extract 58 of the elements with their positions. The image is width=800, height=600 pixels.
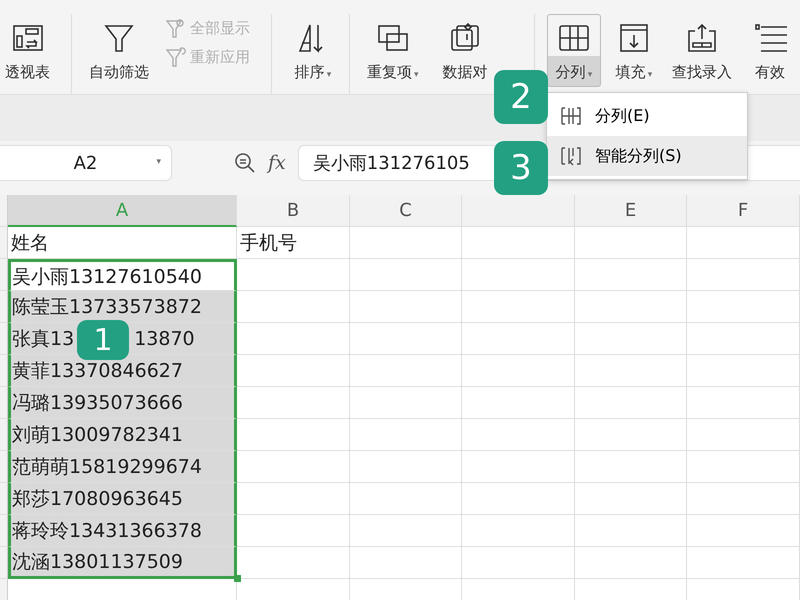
table-cell: 郑莎17080963645 xyxy=(8,483,237,515)
ribbon-button[interactable]: 填充▾ xyxy=(607,14,661,86)
column-header[interactable] xyxy=(462,195,575,227)
table-cell: 吴小雨13127610540 xyxy=(8,259,237,291)
row-header[interactable] xyxy=(0,291,8,323)
column-header[interactable]: E xyxy=(575,195,687,227)
smart-split-icon xyxy=(559,145,583,167)
menu-item[interactable]: 分列(E) xyxy=(547,96,747,136)
ribbon-button[interactable]: 有效 xyxy=(743,14,797,86)
step-number-badge: 2 xyxy=(494,70,548,124)
column-header[interactable]: C xyxy=(350,195,462,227)
name-box[interactable]: A2 ▾ xyxy=(0,145,172,181)
row-header[interactable] xyxy=(0,547,8,579)
ribbon-button[interactable]: 透视表 xyxy=(0,14,55,86)
ribbon-button[interactable]: 查找录入 xyxy=(667,14,737,86)
refresh-filter-icon xyxy=(164,46,186,68)
upload-tray-icon xyxy=(685,21,719,55)
ribbon-button[interactable]: 排序▾ xyxy=(286,14,340,86)
row-header[interactable] xyxy=(0,227,8,259)
cell-text: 张真13 xyxy=(12,327,74,352)
ribbon-button[interactable]: 自动筛选 xyxy=(84,14,154,86)
table-cell: 蒋玲玲13431366378 xyxy=(8,515,237,547)
row-header[interactable] xyxy=(0,387,8,419)
column-header[interactable]: F xyxy=(687,195,800,227)
zoom-icon[interactable] xyxy=(234,152,256,174)
table-cell: 手机号 xyxy=(237,227,350,259)
table-cell: 黄菲13370846627 xyxy=(8,355,237,387)
table-cell: 陈莹玉13733573872 xyxy=(8,291,237,323)
caret-icon: ▾ xyxy=(156,156,161,170)
ribbon-button[interactable]: 数据对 xyxy=(438,14,493,86)
step-number-badge: 3 xyxy=(494,141,548,195)
fill-down-icon xyxy=(617,21,651,55)
row-header[interactable] xyxy=(0,355,8,387)
row-header[interactable] xyxy=(0,483,8,515)
row-header[interactable] xyxy=(0,451,8,483)
table-cell: 范萌萌15819299674 xyxy=(8,451,237,483)
caret-icon: ▾ xyxy=(648,70,652,80)
menu-item[interactable]: 智能分列(S) xyxy=(547,136,747,176)
function-label[interactable]: fx xyxy=(268,148,286,178)
table-cell: 冯璐13935073666 xyxy=(8,387,237,419)
row-header[interactable] xyxy=(0,419,8,451)
table-cell: 刘萌13009782341 xyxy=(8,419,237,451)
table-cell: 沈涵13801137509 xyxy=(8,547,237,579)
column-header[interactable]: B xyxy=(237,195,350,227)
caret-icon: ▾ xyxy=(414,70,419,80)
caret-icon: ▾ xyxy=(588,70,592,80)
row-header[interactable] xyxy=(0,323,8,355)
cell-text: 13870 xyxy=(134,327,195,352)
ribbon-button[interactable]: 分列▾ xyxy=(547,14,601,86)
row-header[interactable] xyxy=(0,259,8,291)
fill-handle[interactable] xyxy=(234,575,241,582)
ribbon-button[interactable]: 重复项▾ xyxy=(362,14,424,86)
list-icon xyxy=(753,21,787,55)
row-header[interactable] xyxy=(0,515,8,547)
caret-icon: ▾ xyxy=(326,70,332,80)
eye-filter-icon xyxy=(164,17,186,40)
step-number-badge: 1 xyxy=(77,320,129,360)
split-column-icon xyxy=(559,105,583,127)
